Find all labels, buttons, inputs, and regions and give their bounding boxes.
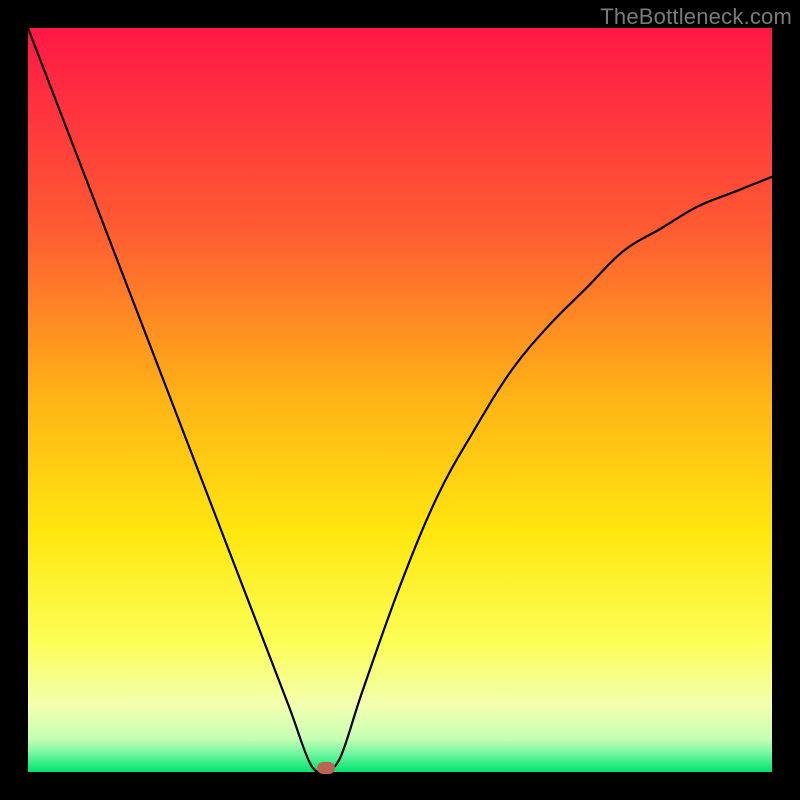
optimal-point-marker: [317, 762, 335, 774]
watermark-text: TheBottleneck.com: [600, 4, 792, 30]
chart-frame: TheBottleneck.com: [0, 0, 800, 800]
plot-area: [28, 28, 772, 772]
bottleneck-curve: [28, 28, 772, 772]
